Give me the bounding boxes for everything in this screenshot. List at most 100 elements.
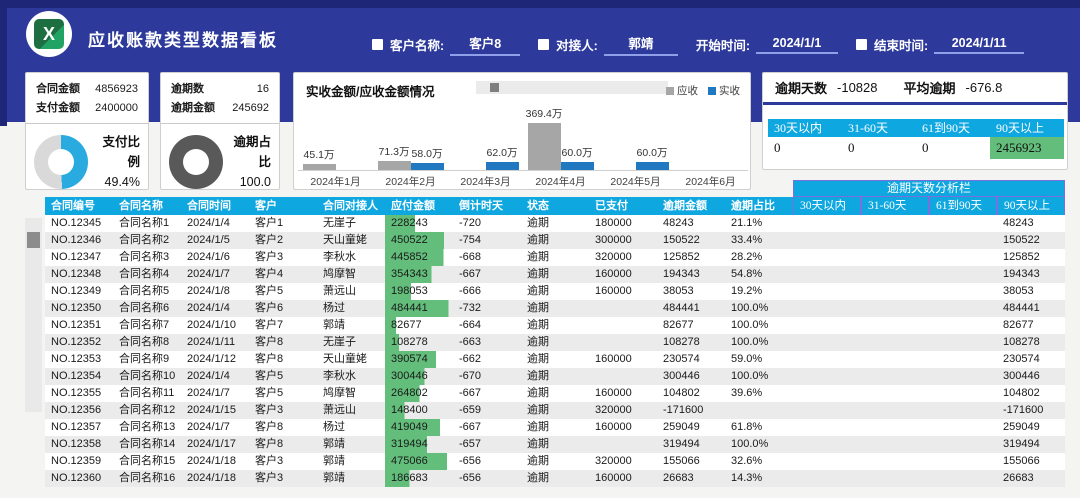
column-header: 应付金额 (391, 200, 435, 212)
cell: 萧远山 (323, 404, 356, 416)
chart-scrollbar[interactable] (476, 81, 668, 94)
bucket-value: 0 (848, 140, 855, 155)
bucket-header: 90天以上 (990, 119, 1064, 137)
cell: 300446 (1003, 370, 1040, 382)
cell: NO.12353 (51, 353, 102, 365)
checkbox-icon[interactable] (538, 39, 550, 50)
cell (793, 436, 861, 453)
table-row: NO.12352 合同名称8 2024/1/11 客户8 无崖子 108278 -663 逾期… (45, 334, 1065, 351)
cell: 合同名称14 (119, 438, 176, 450)
cell: 合同名称3 (119, 251, 170, 263)
checkbox-icon[interactable] (856, 39, 868, 50)
cell (861, 334, 929, 351)
cell: NO.12348 (51, 268, 102, 280)
table-row: NO.12347 合同名称3 2024/1/6 客户3 李秋水 445852 -668 逾期 3… (45, 249, 1065, 266)
cell: -659 (459, 404, 482, 416)
cell: 450522 (385, 232, 453, 249)
cell (861, 266, 929, 283)
cell: 108278 (663, 336, 700, 348)
cell: NO.12349 (51, 285, 102, 297)
column-header: 已支付 (595, 200, 628, 212)
cell: 合同名称12 (119, 404, 176, 416)
cell (793, 470, 861, 487)
contact-field[interactable]: 郭靖 (603, 33, 678, 56)
cell: 合同名称4 (119, 268, 170, 280)
cell: NO.12358 (51, 438, 102, 450)
cell: 26683 (663, 472, 694, 484)
paid-amount-value: 2400000 (95, 102, 138, 114)
table-row: NO.12359 合同名称15 2024/1/18 客户3 郭靖 475066 -656 逾期… (45, 453, 1065, 470)
received-bar (560, 162, 594, 170)
paid-amount-label: 支付金额 (36, 102, 80, 114)
cell: -657 (459, 438, 482, 450)
cell: 194343 (663, 268, 700, 280)
cell: 逾期 (527, 268, 549, 280)
cell: 郭靖 (323, 455, 345, 467)
cell (793, 232, 861, 249)
cell: 逾期 (527, 353, 549, 365)
cell: -667 (459, 421, 482, 433)
cell: 104802 (1003, 387, 1040, 399)
cell: 客户8 (255, 421, 284, 433)
column-header: 逾期占比 (731, 200, 775, 212)
filter-end-date: 结束时间: 2024/1/11 (856, 35, 1025, 54)
table-row: NO.12351 合同名称7 2024/1/10 客户7 郭靖 82677 -664 逾期 82… (45, 317, 1065, 334)
cell: 259049 (1003, 421, 1040, 433)
overdue-count-value: 16 (256, 83, 269, 95)
cell: 客户3 (255, 472, 284, 484)
start-date-field[interactable]: 2024/1/1 (756, 36, 839, 54)
legend-label: 实收 (719, 85, 740, 97)
table-row: NO.12350 合同名称6 2024/1/4 客户6 杨过 484441 -732 逾期 48… (45, 300, 1065, 317)
top-accent-strip (0, 0, 1080, 8)
chart-title: 实收金额/应收金额情况 (306, 85, 435, 99)
overdue-card: 逾期数 16 逾期金额 245692 逾期占比 100.0 (160, 72, 280, 190)
cell: NO.12347 (51, 251, 102, 263)
cell: 客户4 (255, 268, 284, 280)
cell: 逾期 (527, 251, 549, 263)
cell (793, 402, 861, 419)
payment-ratio-label: 支付比例 (102, 135, 140, 169)
cell: 100.0% (731, 438, 769, 450)
checkbox-icon[interactable] (372, 39, 383, 50)
cell (589, 436, 657, 453)
table-row: NO.12349 合同名称5 2024/1/8 客户5 萧远山 198053 -666 逾期 1… (45, 283, 1065, 300)
overdue-count-label: 逾期数 (171, 83, 204, 95)
cell (929, 283, 997, 300)
cell (793, 249, 861, 266)
cell: 390574 (385, 351, 453, 368)
cell: 2024/1/7 (187, 387, 230, 399)
cell: 逾期 (527, 472, 549, 484)
cell (929, 300, 997, 317)
table-row: NO.12357 合同名称13 2024/1/7 客户8 杨过 419049 -667 逾期 1… (45, 419, 1065, 436)
cell (929, 453, 997, 470)
customer-name-field[interactable]: 客户8 (450, 33, 521, 56)
table-scrollbar[interactable] (25, 218, 42, 412)
chart-scrollbar-thumb[interactable] (490, 83, 499, 92)
cell (929, 232, 997, 249)
filter-customer: 客户名称: 客户8 (372, 33, 521, 56)
cell: 82677 (385, 317, 453, 334)
cell: 郭靖 (323, 472, 345, 484)
bar-value-label: 60.0万 (561, 147, 593, 159)
end-date-field[interactable]: 2024/1/11 (934, 36, 1025, 54)
cell: 319494 (663, 438, 700, 450)
cell: 合同名称1 (119, 217, 170, 229)
chart-legend: 应收 实收 (666, 83, 740, 98)
cell (929, 470, 997, 487)
cell (861, 436, 929, 453)
cell: 逾期 (527, 285, 549, 297)
cell: 150522 (663, 234, 700, 246)
cell: 264802 (385, 385, 453, 402)
column-header: 合同对接人 (323, 200, 378, 212)
cell: 38053 (663, 285, 694, 297)
table-row: NO.12346 合同名称2 2024/1/5 客户2 天山童姥 450522 -754 逾期… (45, 232, 1065, 249)
legend-label: 应收 (677, 85, 698, 97)
cell (861, 419, 929, 436)
cell: 125852 (1003, 251, 1040, 263)
cell (861, 232, 929, 249)
table-scrollbar-thumb[interactable] (27, 232, 40, 248)
cell (589, 368, 657, 385)
cell: 合同名称6 (119, 302, 170, 314)
cell: 320000 (595, 455, 632, 467)
overdue-days-label: 逾期天数 (775, 81, 828, 96)
